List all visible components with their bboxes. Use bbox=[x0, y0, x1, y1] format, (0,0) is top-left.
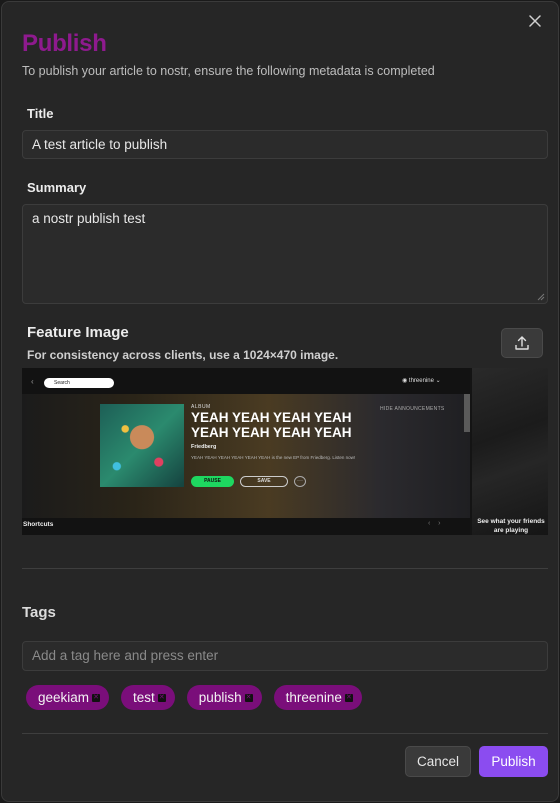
title-label: Title bbox=[27, 106, 54, 121]
feature-image-hint: For consistency across clients, use a 10… bbox=[27, 348, 339, 362]
publish-dialog: Publish To publish your article to nostr… bbox=[1, 1, 559, 802]
remove-tag-icon[interactable]: ✕ bbox=[92, 693, 101, 702]
feature-image-preview: ‹ Search ◉ threenine ⌄ ALBUM YEAH YEAH Y… bbox=[22, 368, 548, 535]
tag-label: threenine bbox=[285, 690, 342, 705]
preview-pause-button: PAUSE bbox=[191, 476, 234, 487]
remove-tag-icon[interactable]: ✕ bbox=[157, 693, 166, 702]
tag-label: publish bbox=[198, 690, 242, 705]
summary-label: Summary bbox=[27, 180, 87, 195]
summary-text: a nostr publish test bbox=[32, 211, 146, 226]
tag-label: geekiam bbox=[38, 690, 90, 705]
dialog-subtitle: To publish your article to nostr, ensure… bbox=[22, 64, 435, 78]
preview-album-cover bbox=[100, 404, 184, 487]
preview-friends-text: See what your friends are playing bbox=[477, 518, 545, 534]
preview-artist: Friedberg bbox=[191, 444, 217, 450]
preview-pager-arrows: ‹ › bbox=[428, 520, 441, 527]
preview-side-panel bbox=[472, 368, 548, 535]
tag-chip: test ✕ bbox=[121, 685, 175, 710]
tag-chip: threenine ✕ bbox=[273, 685, 362, 710]
tag-list: geekiam ✕ test ✕ publish ✕ threenine ✕ bbox=[26, 685, 362, 710]
preview-hide-label: HIDE ANNOUNCEMENTS bbox=[380, 406, 445, 412]
tag-label: test bbox=[133, 690, 155, 705]
upload-icon bbox=[515, 336, 529, 350]
close-icon[interactable] bbox=[526, 12, 544, 30]
preview-save-button: SAVE bbox=[240, 476, 288, 487]
tags-label: Tags bbox=[22, 604, 56, 621]
remove-tag-icon[interactable]: ✕ bbox=[344, 693, 353, 702]
preview-nav-arrows: ‹ bbox=[31, 377, 34, 386]
preview-bottom-bar bbox=[22, 518, 470, 535]
preview-search: Search bbox=[44, 378, 114, 388]
summary-field[interactable]: a nostr publish test bbox=[22, 204, 548, 304]
divider bbox=[22, 568, 548, 569]
preview-more-icon: ··· bbox=[294, 476, 306, 487]
tag-chip: geekiam ✕ bbox=[26, 685, 110, 710]
dialog-title: Publish bbox=[22, 30, 107, 57]
publish-button[interactable]: Publish bbox=[479, 746, 548, 777]
preview-description: YEAH YEAH YEAH YEAH YEAH YEAH is the new… bbox=[191, 455, 356, 460]
title-field[interactable]: A test article to publish bbox=[22, 130, 548, 159]
feature-image-title: Feature Image bbox=[27, 324, 129, 341]
resize-grip-icon[interactable] bbox=[537, 293, 545, 301]
tag-input[interactable]: Add a tag here and press enter bbox=[22, 641, 548, 671]
preview-album-title: YEAH YEAH YEAH YEAH YEAH YEAH YEAH YEAH bbox=[191, 410, 352, 440]
tag-chip: publish ✕ bbox=[186, 685, 262, 710]
remove-tag-icon[interactable]: ✕ bbox=[244, 693, 253, 702]
divider bbox=[22, 733, 548, 734]
upload-button[interactable] bbox=[501, 328, 543, 358]
preview-shortcuts: Shortcuts bbox=[23, 521, 54, 528]
preview-scrollbar bbox=[464, 394, 470, 432]
preview-user: ◉ threenine ⌄ bbox=[402, 378, 441, 384]
cancel-button[interactable]: Cancel bbox=[405, 746, 471, 777]
